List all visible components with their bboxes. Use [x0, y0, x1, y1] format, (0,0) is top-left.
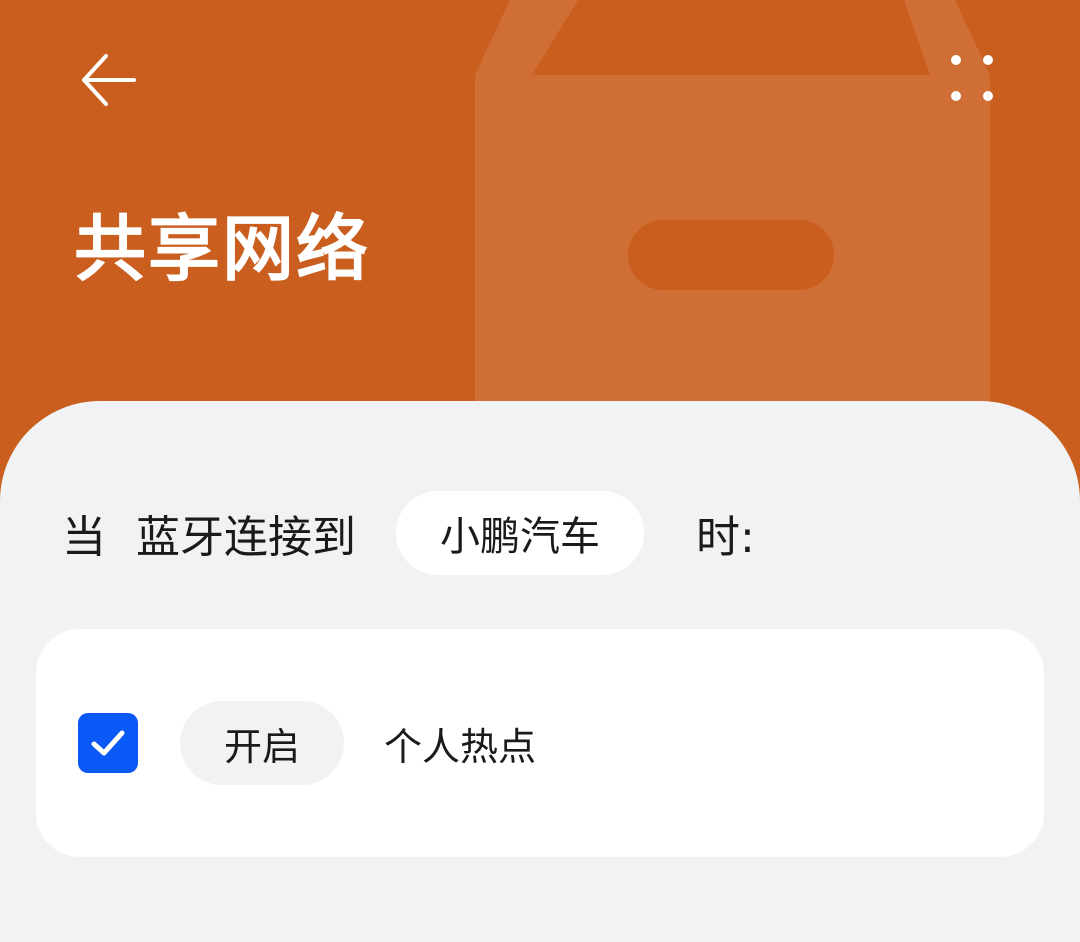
more-dots-icon — [951, 55, 993, 101]
action-verb-chip[interactable]: 开启 — [180, 701, 345, 785]
action-card: 开启 个人热点 — [36, 629, 1044, 857]
device-chip[interactable]: 小鹏汽车 — [396, 491, 644, 575]
condition-suffix-label: 时: — [696, 512, 755, 563]
condition-when-label: 当 — [62, 512, 106, 563]
more-options-button[interactable] — [932, 40, 1012, 120]
arrow-left-icon — [82, 54, 136, 106]
checkmark-icon — [91, 730, 125, 756]
condition-trigger-label: 蓝牙连接到 — [136, 512, 356, 563]
action-target-label: 个人热点 — [384, 724, 537, 769]
back-button[interactable] — [68, 40, 148, 120]
action-checkbox[interactable] — [78, 713, 138, 773]
condition-row: 当 蓝牙连接到 小鹏汽车 时: — [62, 490, 755, 576]
page-title: 共享网络 — [74, 207, 371, 291]
